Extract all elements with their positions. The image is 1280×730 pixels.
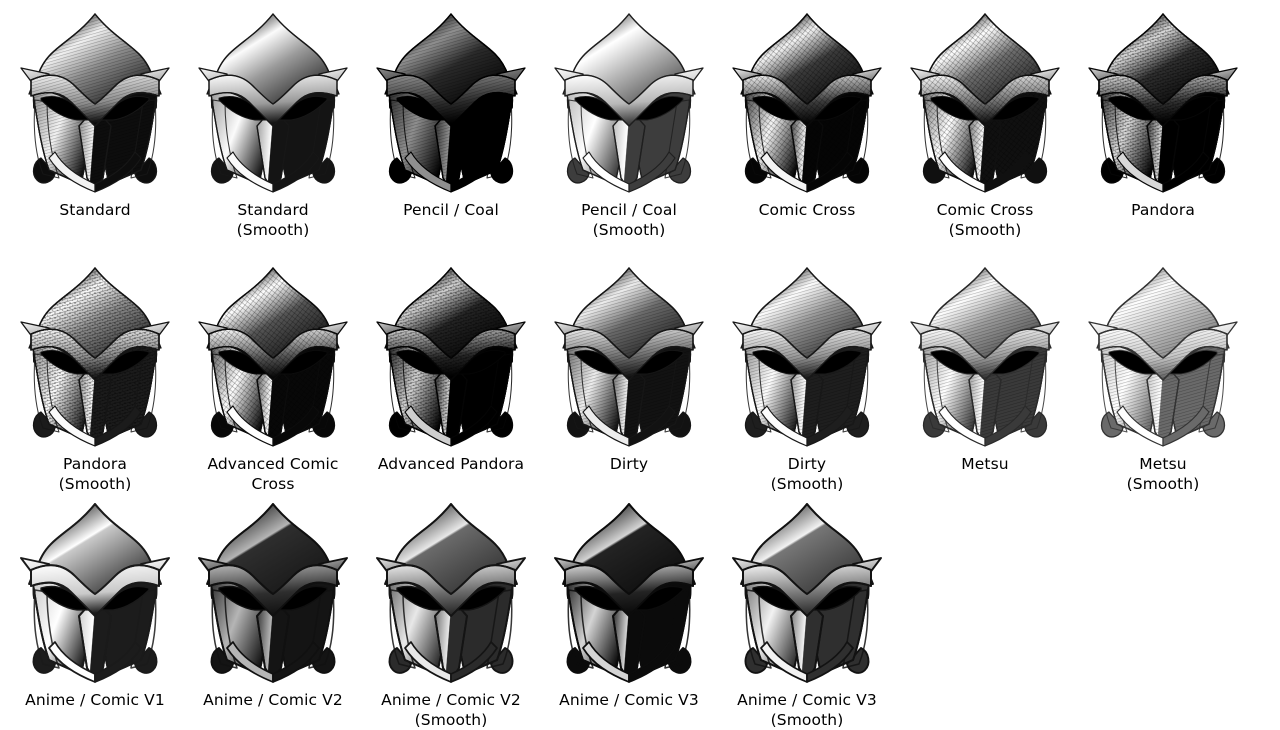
helmet-preview-comic-cross <box>731 8 883 198</box>
helmet-illustration-standard-smooth <box>198 13 348 193</box>
helmet-variant-comic-cross[interactable]: Comic Cross <box>718 8 896 220</box>
helmet-style-sheet: Standard Standard (Smooth) Pencil / Coal… <box>0 0 1280 729</box>
helmet-illustration-anime-comic-v3-smooth <box>732 503 882 683</box>
helmet-variant-comic-cross-smooth[interactable]: Comic Cross (Smooth) <box>896 8 1074 240</box>
helmet-variant-dirty-smooth[interactable]: Dirty (Smooth) <box>718 262 896 494</box>
helmet-grid-row-3: Anime / Comic V1 Anime / Comic V2 Anime … <box>0 498 1280 730</box>
helmet-variant-label: Comic Cross (Smooth) <box>936 201 1034 239</box>
helmet-illustration-anime-comic-v1 <box>20 503 170 683</box>
helmet-preview-anime-comic-v1 <box>19 498 171 688</box>
helmet-variant-advanced-comic-cross[interactable]: Advanced Comic Cross <box>184 262 362 494</box>
helmet-variant-standard[interactable]: Standard <box>6 8 184 220</box>
helmet-preview-advanced-pandora <box>375 262 527 452</box>
helmet-illustration-dirty-smooth <box>732 267 882 447</box>
helmet-variant-label: Anime / Comic V2 (Smooth) <box>381 691 521 729</box>
helmet-grid-row-2: Pandora (Smooth) Advanced Comic Cross Ad… <box>0 262 1280 494</box>
helmet-illustration-comic-cross-smooth <box>910 13 1060 193</box>
helmet-preview-pencil-coal <box>375 8 527 198</box>
helmet-variant-label: Pandora (Smooth) <box>58 455 132 493</box>
helmet-variant-anime-comic-v1[interactable]: Anime / Comic V1 <box>6 498 184 710</box>
helmet-illustration-pencil-coal <box>376 13 526 193</box>
helmet-preview-dirty <box>553 262 705 452</box>
helmet-preview-anime-comic-v3 <box>553 498 705 688</box>
helmet-preview-pencil-coal-smooth <box>553 8 705 198</box>
helmet-illustration-dirty <box>554 267 704 447</box>
helmet-variant-anime-comic-v2[interactable]: Anime / Comic V2 <box>184 498 362 710</box>
helmet-variant-pandora[interactable]: Pandora <box>1074 8 1252 220</box>
helmet-variant-label: Metsu <box>961 455 1009 473</box>
helmet-illustration-anime-comic-v2-smooth <box>376 503 526 683</box>
helmet-preview-advanced-comic-cross <box>197 262 349 452</box>
helmet-variant-label: Anime / Comic V2 <box>203 691 343 709</box>
helmet-variant-label: Anime / Comic V3 <box>559 691 699 709</box>
helmet-preview-metsu <box>909 262 1061 452</box>
helmet-illustration-advanced-comic-cross <box>198 267 348 447</box>
helmet-illustration-pandora <box>1088 13 1238 193</box>
helmet-preview-pandora-smooth <box>19 262 171 452</box>
helmet-preview-metsu-smooth <box>1087 262 1239 452</box>
helmet-variant-pencil-coal-smooth[interactable]: Pencil / Coal (Smooth) <box>540 8 718 240</box>
helmet-grid-row-1: Standard Standard (Smooth) Pencil / Coal… <box>0 8 1280 240</box>
helmet-illustration-standard <box>20 13 170 193</box>
helmet-variant-label: Dirty (Smooth) <box>770 455 844 493</box>
helmet-variant-anime-comic-v3-smooth[interactable]: Anime / Comic V3 (Smooth) <box>718 498 896 730</box>
helmet-preview-standard <box>19 8 171 198</box>
helmet-illustration-pandora-smooth <box>20 267 170 447</box>
helmet-variant-label: Standard <box>59 201 131 219</box>
helmet-variant-standard-smooth[interactable]: Standard (Smooth) <box>184 8 362 240</box>
helmet-preview-pandora <box>1087 8 1239 198</box>
helmet-variant-label: Comic Cross <box>758 201 856 219</box>
helmet-preview-standard-smooth <box>197 8 349 198</box>
helmet-illustration-pencil-coal-smooth <box>554 13 704 193</box>
helmet-illustration-anime-comic-v3 <box>554 503 704 683</box>
helmet-illustration-anime-comic-v2 <box>198 503 348 683</box>
helmet-illustration-metsu-smooth <box>1088 267 1238 447</box>
helmet-variant-dirty[interactable]: Dirty <box>540 262 718 474</box>
helmet-variant-label: Pencil / Coal <box>403 201 499 219</box>
helmet-preview-comic-cross-smooth <box>909 8 1061 198</box>
helmet-variant-anime-comic-v3[interactable]: Anime / Comic V3 <box>540 498 718 710</box>
helmet-preview-dirty-smooth <box>731 262 883 452</box>
helmet-variant-label: Advanced Comic Cross <box>207 455 339 493</box>
helmet-variant-label: Anime / Comic V1 <box>25 691 165 709</box>
helmet-illustration-comic-cross <box>732 13 882 193</box>
helmet-variant-pencil-coal[interactable]: Pencil / Coal <box>362 8 540 220</box>
helmet-variant-label: Standard (Smooth) <box>236 201 310 239</box>
helmet-variant-anime-comic-v2-smooth[interactable]: Anime / Comic V2 (Smooth) <box>362 498 540 730</box>
helmet-variant-label: Advanced Pandora <box>377 455 525 473</box>
helmet-variant-label: Pencil / Coal (Smooth) <box>581 201 677 239</box>
helmet-variant-pandora-smooth[interactable]: Pandora (Smooth) <box>6 262 184 494</box>
helmet-variant-label: Metsu (Smooth) <box>1126 455 1200 493</box>
helmet-illustration-metsu <box>910 267 1060 447</box>
helmet-preview-anime-comic-v3-smooth <box>731 498 883 688</box>
helmet-variant-label: Anime / Comic V3 (Smooth) <box>737 691 877 729</box>
helmet-variant-label: Dirty <box>609 455 649 473</box>
helmet-preview-anime-comic-v2 <box>197 498 349 688</box>
helmet-preview-anime-comic-v2-smooth <box>375 498 527 688</box>
helmet-variant-metsu[interactable]: Metsu <box>896 262 1074 474</box>
helmet-variant-advanced-pandora[interactable]: Advanced Pandora <box>362 262 540 474</box>
helmet-variant-metsu-smooth[interactable]: Metsu (Smooth) <box>1074 262 1252 494</box>
helmet-variant-label: Pandora <box>1131 201 1195 219</box>
helmet-illustration-advanced-pandora <box>376 267 526 447</box>
